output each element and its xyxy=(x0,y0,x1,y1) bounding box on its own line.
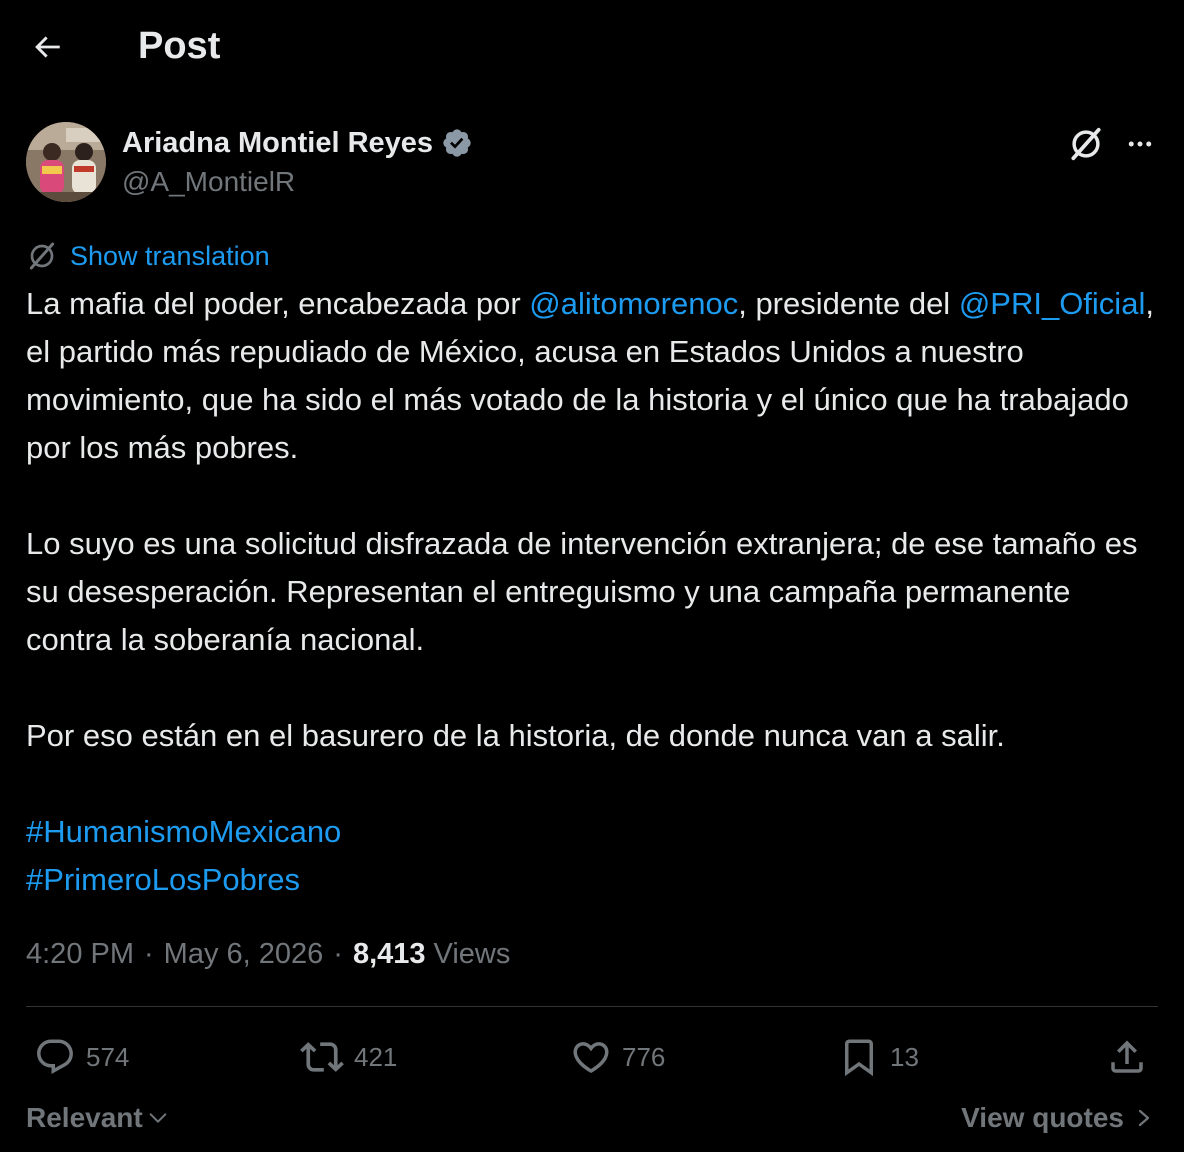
verified-badge-icon[interactable] xyxy=(441,127,473,159)
translate-icon xyxy=(29,242,55,270)
reply-count: 574 xyxy=(86,1041,130,1072)
grok-icon xyxy=(1071,127,1101,161)
back-button[interactable] xyxy=(22,22,72,72)
mention-link[interactable]: @alitomorenoc xyxy=(529,286,738,321)
sort-replies-dropdown[interactable]: Relevant xyxy=(26,1098,169,1138)
author-handle[interactable]: @A_MontielR xyxy=(122,164,295,200)
post-paragraph-1: La mafia del poder, encabezada por @alit… xyxy=(26,280,1156,472)
post-meta: 4:20 PM · May 6, 2026 · 8,413 Views xyxy=(26,932,510,976)
hashtag-link[interactable]: #HumanismoMexicano xyxy=(26,814,341,849)
views-label: Views xyxy=(433,937,511,970)
like-count: 776 xyxy=(622,1041,666,1072)
reply-icon xyxy=(37,1039,73,1074)
show-translation-link[interactable]: Show translation xyxy=(70,241,270,272)
top-bar: Post xyxy=(0,0,1184,92)
post-text-segment: , presidente del xyxy=(738,286,959,321)
grok-button[interactable] xyxy=(1064,122,1108,166)
more-horizontal-icon xyxy=(1128,141,1152,147)
hashtag-link[interactable]: #PrimeroLosPobres xyxy=(26,862,300,897)
view-quotes-link[interactable]: View quotes xyxy=(961,1098,1154,1138)
post-time[interactable]: 4:20 PM xyxy=(26,938,134,971)
repost-count: 421 xyxy=(354,1041,398,1072)
repost-button[interactable]: 421 xyxy=(300,1034,397,1080)
more-options-button[interactable] xyxy=(1118,122,1162,166)
views-count: 8,413 xyxy=(352,937,426,970)
reply-button[interactable]: 574 xyxy=(34,1034,129,1080)
share-icon xyxy=(1111,1040,1143,1073)
bookmark-button[interactable]: 13 xyxy=(838,1034,919,1080)
post-paragraph-3: Por eso están en el basurero de la histo… xyxy=(26,718,1005,753)
author-name-row[interactable]: Ariadna Montiel Reyes xyxy=(122,124,473,162)
bookmark-icon xyxy=(845,1039,873,1077)
avatar-image xyxy=(26,122,106,202)
share-button[interactable] xyxy=(1106,1034,1148,1080)
avatar[interactable] xyxy=(26,122,106,202)
like-button[interactable]: 776 xyxy=(570,1034,665,1080)
post-text: La mafia del poder, encabezada por @alit… xyxy=(26,280,1156,904)
bookmark-count: 13 xyxy=(890,1041,919,1072)
view-quotes-label: View quotes xyxy=(961,1102,1124,1133)
post-date[interactable]: May 6, 2026 xyxy=(164,938,324,971)
page-title: Post xyxy=(138,25,221,67)
author-name[interactable]: Ariadna Montiel Reyes xyxy=(122,127,433,160)
chevron-down-icon xyxy=(149,1113,167,1123)
show-translation-row[interactable]: Show translation xyxy=(26,236,270,276)
sort-label: Relevant xyxy=(26,1102,143,1133)
heart-icon xyxy=(573,1042,609,1074)
hashtag-list: #HumanismoMexicano #PrimeroLosPobres xyxy=(26,808,1156,904)
divider xyxy=(26,1006,1158,1007)
arrow-left-icon xyxy=(35,36,60,58)
mention-link[interactable]: @PRI_Oficial xyxy=(959,286,1146,321)
meta-separator: · xyxy=(144,937,154,970)
repost-icon xyxy=(300,1042,344,1072)
post-paragraph-2: Lo suyo es una solicitud disfrazada de i… xyxy=(26,526,1138,657)
chevron-right-icon xyxy=(1138,1109,1150,1127)
post-text-segment: La mafia del poder, encabezada por xyxy=(26,286,530,321)
meta-separator: · xyxy=(333,937,343,970)
